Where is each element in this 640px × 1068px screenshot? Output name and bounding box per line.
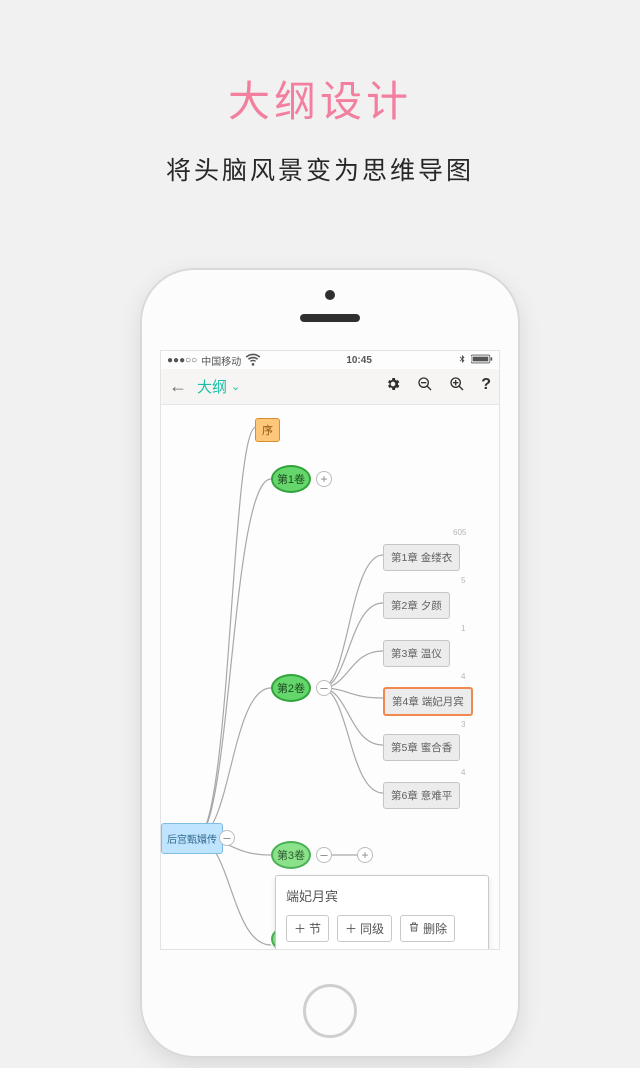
home-button[interactable] <box>303 984 357 1038</box>
back-button[interactable]: ← <box>169 376 187 397</box>
node-chapter-2[interactable]: 第2章 夕颜 <box>383 592 450 619</box>
status-time: 10:45 <box>346 355 372 366</box>
zoom-out-icon[interactable] <box>417 376 433 397</box>
node-chapter-5[interactable]: 第5章 蜜合香 <box>383 734 460 761</box>
settings-icon[interactable] <box>385 376 401 397</box>
node-vol3[interactable]: 第3卷 <box>271 841 311 869</box>
node-chapter-4-selected[interactable]: 第4章 端妃月宾 <box>383 687 473 716</box>
page-headline: 大纲设计 <box>0 68 640 129</box>
popup-title: 端妃月宾 <box>286 886 478 905</box>
zoom-in-icon[interactable] <box>449 376 465 397</box>
plus-icon: ＋ <box>294 920 306 937</box>
status-bar: ●●●○○ 中国移动 10:45 <box>161 351 499 369</box>
battery-icon <box>471 354 493 367</box>
phone-screen: ●●●○○ 中国移动 10:45 ← 大纲 <box>160 350 500 950</box>
count-ch2: 1 <box>461 624 465 633</box>
vol2-count: 605 <box>453 528 466 537</box>
bluetooth-icon <box>457 354 467 367</box>
trash-icon <box>408 921 420 936</box>
count-ch6: 4 <box>461 768 465 777</box>
connector-lines <box>161 405 499 950</box>
count-ch3: 4 <box>461 672 465 681</box>
collapse-vol3[interactable]: – <box>316 847 332 863</box>
node-vol2[interactable]: 第2卷 <box>271 674 311 702</box>
delete-label: 删除 <box>423 920 447 937</box>
add-sibling-label: 同级 <box>360 920 384 937</box>
help-icon[interactable]: ? <box>481 376 491 397</box>
signal-dots: ●●●○○ <box>167 355 197 366</box>
count-ch1: 5 <box>461 576 465 585</box>
add-child-vol3[interactable]: + <box>357 847 373 863</box>
collapse-root[interactable]: – <box>219 830 235 846</box>
outline-label: 大纲 <box>197 376 227 397</box>
page-subline: 将头脑风景变为思维导图 <box>0 151 640 187</box>
node-chapter-6[interactable]: 第6章 意难平 <box>383 782 460 809</box>
collapse-vol2[interactable]: – <box>316 680 332 696</box>
outline-dropdown[interactable]: 大纲 ⌄ <box>197 376 240 397</box>
node-edit-popup: 端妃月宾 ＋ 节 ＋ 同级 删除 <box>275 875 489 950</box>
phone-camera <box>325 290 335 300</box>
count-ch5: 3 <box>461 720 465 729</box>
node-root[interactable]: 后宫甄嬛传 <box>161 823 223 854</box>
delete-button[interactable]: 删除 <box>400 915 455 942</box>
app-toolbar: ← 大纲 ⌄ ? <box>161 369 499 405</box>
node-chapter-3[interactable]: 第3章 温仪 <box>383 640 450 667</box>
node-vol1[interactable]: 第1卷 <box>271 465 311 493</box>
add-child-label: 节 <box>309 920 321 937</box>
chevron-down-icon: ⌄ <box>231 380 240 393</box>
add-sibling-button[interactable]: ＋ 同级 <box>337 915 392 942</box>
wifi-icon <box>245 351 261 370</box>
mindmap-canvas[interactable]: 序 第1卷 + 605 第1章 金缕衣 5 第2章 夕颜 1 第3章 温仪 4 … <box>161 405 499 950</box>
node-prologue[interactable]: 序 <box>255 418 280 442</box>
carrier-label: 中国移动 <box>201 353 241 368</box>
phone-frame: ●●●○○ 中国移动 10:45 ← 大纲 <box>140 268 520 1058</box>
add-child-button[interactable]: ＋ 节 <box>286 915 329 942</box>
add-child-vol1[interactable]: + <box>316 471 332 487</box>
phone-speaker <box>300 314 360 322</box>
node-chapter-1[interactable]: 第1章 金缕衣 <box>383 544 460 571</box>
plus-icon: ＋ <box>345 920 357 937</box>
